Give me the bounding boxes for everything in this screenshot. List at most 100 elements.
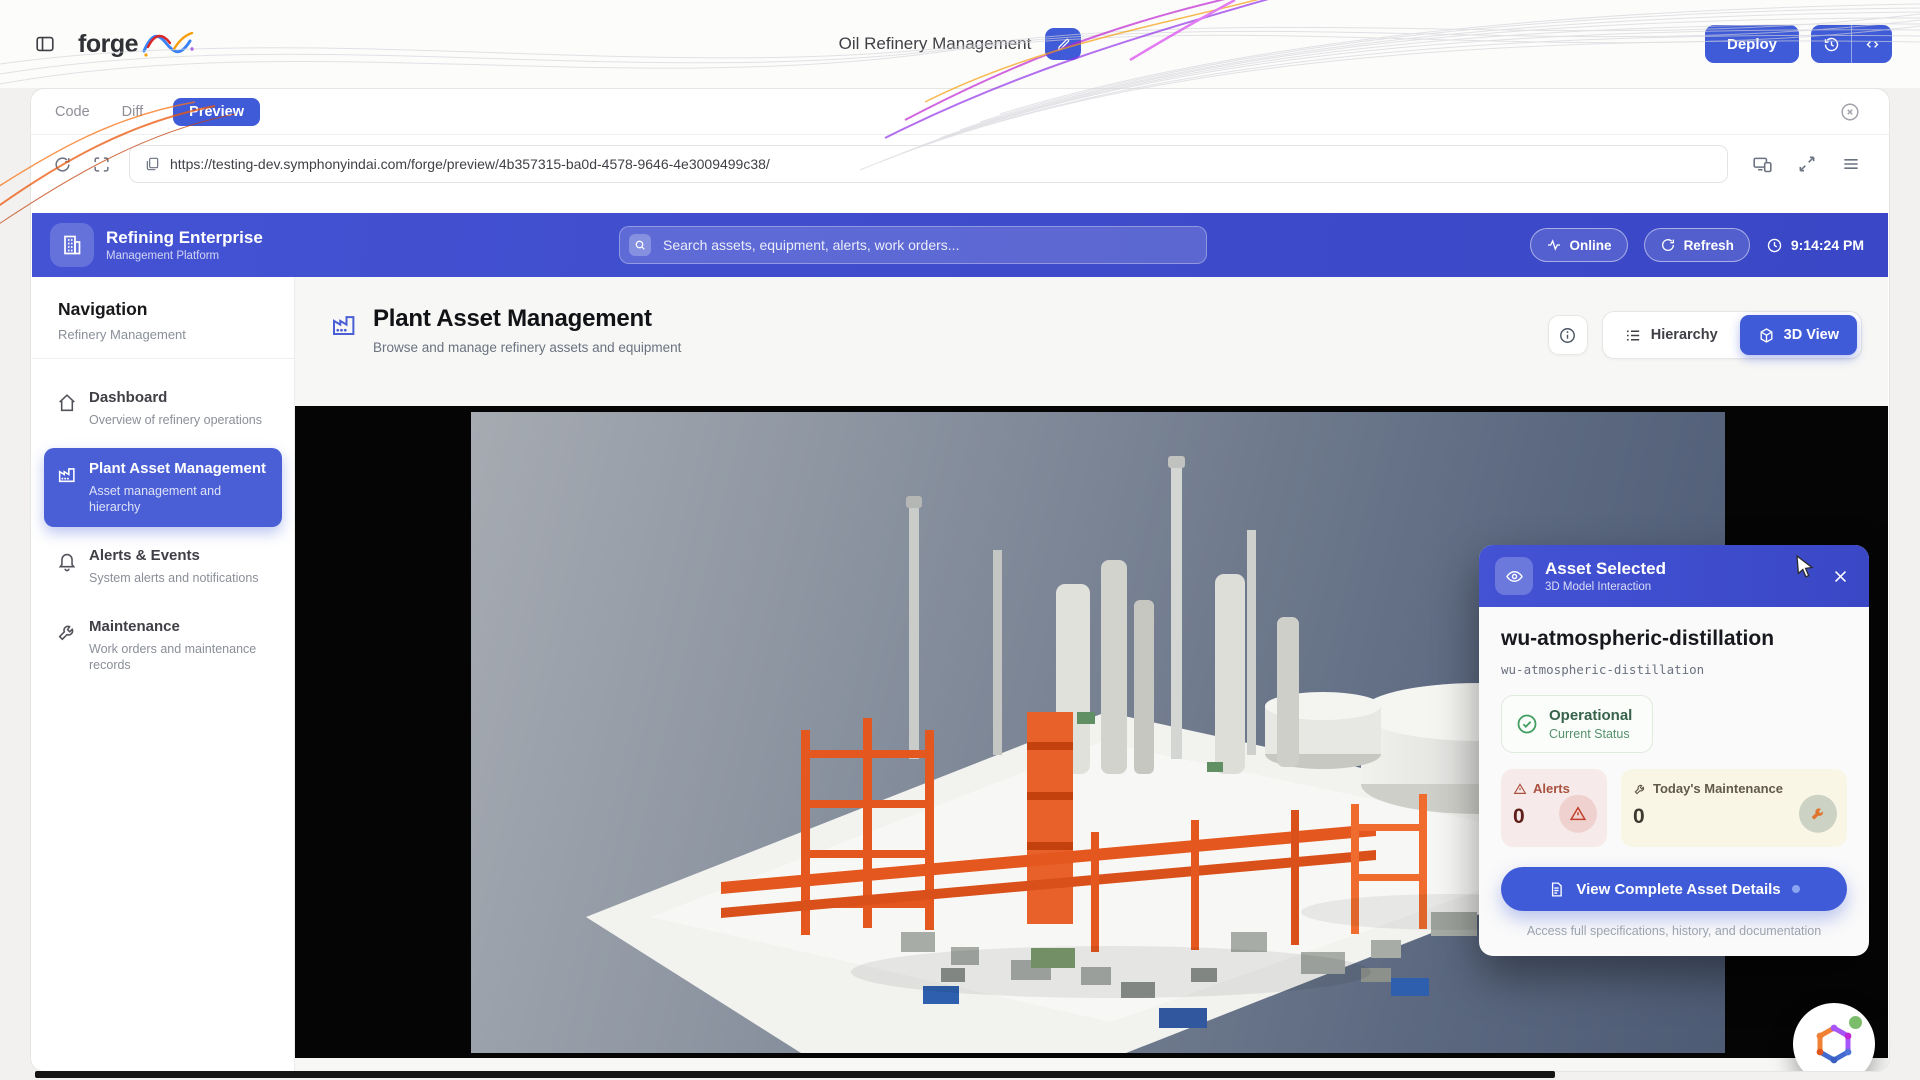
bell-icon: [56, 550, 78, 572]
online-dot: [1849, 1016, 1862, 1029]
devices-icon[interactable]: [1750, 152, 1775, 177]
cube-icon: [1758, 327, 1775, 344]
hierarchy-view-button[interactable]: Hierarchy: [1607, 315, 1736, 355]
refresh-icon: [1660, 237, 1676, 253]
3d-viewport[interactable]: Asset Selected 3D Model Interaction wu-a…: [295, 406, 1888, 1058]
logo-text: forge: [78, 30, 138, 59]
maintenance-label: Today's Maintenance: [1653, 781, 1783, 796]
cta-label: View Complete Asset Details: [1576, 881, 1780, 898]
asset-panel-footnote: Access full specifications, history, and…: [1501, 924, 1847, 938]
code-icon[interactable]: [1852, 25, 1892, 63]
deploy-split-button: [1811, 25, 1892, 63]
asset-panel-subtitle: 3D Model Interaction: [1545, 581, 1666, 593]
close-preview-icon[interactable]: [1833, 100, 1867, 124]
deploy-button[interactable]: Deploy: [1705, 25, 1799, 63]
view-asset-details-button[interactable]: View Complete Asset Details: [1501, 867, 1847, 911]
sidebar-subheading: Refinery Management: [58, 327, 268, 342]
sidebar-item-label: Maintenance: [89, 618, 270, 637]
fullscreen-icon[interactable]: [1795, 152, 1819, 176]
sidebar-heading: Navigation: [58, 299, 268, 320]
factory-icon: [56, 463, 78, 485]
refresh-label: Refresh: [1684, 238, 1734, 253]
status-label: Operational: [1549, 707, 1632, 724]
search-input[interactable]: [661, 236, 1197, 254]
main-content: Plant Asset Management Browse and manage…: [295, 277, 1888, 1071]
asset-panel-title: Asset Selected: [1545, 559, 1666, 579]
alerts-stat-card: Alerts 0: [1501, 769, 1607, 847]
3d-view-button[interactable]: 3D View: [1740, 315, 1857, 355]
asset-id: wu-atmospheric-distillation: [1501, 662, 1847, 677]
refresh-button[interactable]: Refresh: [1644, 228, 1750, 262]
browser-toolbar: https://testing-dev.symphonyindai.com/fo…: [31, 135, 1889, 193]
app-header: Refining Enterprise Management Platform …: [32, 213, 1888, 277]
tab-code[interactable]: Code: [53, 99, 92, 125]
sidebar-item-description: Overview of refinery operations: [89, 412, 262, 428]
sidebar-toggle-icon[interactable]: [28, 27, 62, 61]
window-bottom-edge: [35, 1071, 1555, 1078]
sidebar-item-description: Asset management and hierarchy: [89, 483, 270, 516]
warning-icon: [1513, 782, 1527, 796]
close-icon[interactable]: [1828, 564, 1853, 589]
page-copy-icon: [144, 156, 160, 172]
pencil-icon: [1056, 37, 1071, 52]
clock-display: 9:14:24 PM: [1766, 237, 1864, 254]
online-label: Online: [1570, 238, 1612, 253]
maintenance-stat-card: Today's Maintenance 0: [1621, 769, 1847, 847]
asset-name: wu-atmospheric-distillation: [1501, 627, 1847, 651]
sidebar-item-label: Alerts & Events: [89, 547, 259, 566]
wrench-icon: [1799, 795, 1837, 833]
address-bar[interactable]: https://testing-dev.symphonyindai.com/fo…: [129, 145, 1728, 183]
sidebar-item-label: Plant Asset Management: [89, 460, 270, 479]
status-badge: Operational Current Status: [1501, 695, 1653, 753]
sidebar-item-dashboard[interactable]: Dashboard Overview of refinery operation…: [44, 377, 282, 440]
page-subtitle: Browse and manage refinery assets and eq…: [373, 340, 681, 355]
document-icon: [1548, 881, 1565, 898]
forge-logo: forge: [78, 27, 196, 61]
workspace-card: Code Diff Preview https://testing-dev.sy…: [30, 88, 1890, 1072]
project-title: Oil Refinery Management: [839, 34, 1032, 54]
time-text: 9:14:24 PM: [1791, 237, 1864, 253]
3d-view-label: 3D View: [1784, 327, 1839, 343]
clock-icon: [1766, 237, 1783, 254]
info-icon[interactable]: [1548, 315, 1588, 355]
list-icon: [1625, 327, 1642, 344]
global-search[interactable]: [619, 226, 1207, 264]
home-icon: [56, 392, 78, 414]
warning-icon: [1559, 795, 1597, 833]
tab-preview[interactable]: Preview: [173, 98, 260, 126]
tab-diff[interactable]: Diff: [120, 99, 146, 125]
app-title: Refining Enterprise: [106, 228, 263, 248]
top-bar: forge Oil Refinery Management Deploy: [0, 0, 1920, 88]
sidebar-item-alerts-events[interactable]: Alerts & Events System alerts and notifi…: [44, 535, 282, 598]
asset-selected-panel: Asset Selected 3D Model Interaction wu-a…: [1479, 545, 1869, 956]
view-toggle: Hierarchy 3D View: [1602, 311, 1862, 359]
logo-wave-icon: [140, 27, 196, 61]
building-icon: [50, 223, 94, 267]
history-icon[interactable]: [1811, 25, 1851, 63]
sidebar-item-label: Dashboard: [89, 389, 262, 408]
preview-toolbar-actions: [1750, 152, 1869, 177]
sidebar-item-description: Work orders and maintenance records: [89, 641, 270, 674]
app-subtitle: Management Platform: [106, 250, 263, 262]
url-text: https://testing-dev.symphonyindai.com/fo…: [170, 156, 770, 172]
menu-icon[interactable]: [1839, 152, 1863, 176]
wrench-icon: [1633, 782, 1647, 796]
sidebar-item-maintenance[interactable]: Maintenance Work orders and maintenance …: [44, 606, 282, 685]
eye-icon: [1495, 557, 1533, 595]
edit-title-button[interactable]: [1045, 28, 1081, 60]
navigation-sidebar: Navigation Refinery Management Dashboard…: [32, 277, 295, 1071]
check-circle-icon: [1515, 712, 1539, 736]
sidebar-item-plant-asset-management[interactable]: Plant Asset Management Asset management …: [44, 448, 282, 527]
asset-panel-header: Asset Selected 3D Model Interaction: [1479, 545, 1869, 607]
factory-icon: [329, 309, 359, 339]
online-status-badge[interactable]: Online: [1530, 228, 1628, 262]
status-sublabel: Current Status: [1549, 727, 1632, 741]
search-icon: [629, 234, 651, 256]
select-region-icon[interactable]: [90, 153, 113, 176]
reload-icon[interactable]: [51, 153, 74, 176]
page-title: Plant Asset Management: [373, 305, 681, 333]
alerts-label: Alerts: [1533, 781, 1570, 796]
status-dot: [1792, 885, 1800, 893]
wrench-icon: [56, 621, 78, 643]
hierarchy-label: Hierarchy: [1651, 327, 1718, 343]
